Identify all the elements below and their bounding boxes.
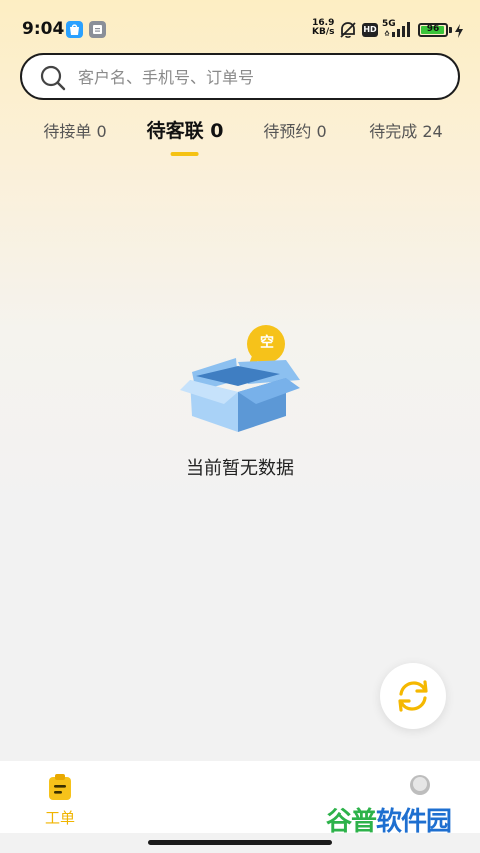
- refresh-button[interactable]: [380, 663, 446, 729]
- signal-icon: [384, 20, 414, 42]
- document-app-icon: [89, 21, 106, 38]
- status-time: 9:04: [22, 19, 65, 39]
- battery-indicator: 96: [418, 23, 448, 37]
- active-tab-indicator: [171, 152, 199, 156]
- empty-state: 空 当前暂无数据: [0, 320, 480, 490]
- watermark-text: 谷普软件园: [326, 800, 472, 844]
- nav-item-work-orders[interactable]: 工单: [20, 773, 100, 828]
- watermark-part-2: 软件园: [376, 807, 452, 837]
- tab-label: 待客联 0: [146, 120, 224, 142]
- watermark: 谷普软件园: [326, 800, 472, 844]
- tab-pending-complete[interactable]: 待完成 24: [369, 118, 442, 158]
- battery-level: 96: [426, 24, 440, 34]
- status-bar: 9:04 16.9 KB/s HD 5G 96: [0, 0, 480, 52]
- empty-message: 当前暂无数据: [186, 458, 294, 479]
- battery-cap: [449, 27, 452, 33]
- home-indicator[interactable]: [148, 840, 332, 845]
- charging-icon: [455, 23, 463, 42]
- search-icon: [40, 65, 66, 95]
- hd-badge: HD: [362, 23, 378, 37]
- empty-badge: 空: [260, 335, 274, 351]
- refresh-icon: [398, 680, 428, 712]
- tab-pending-contact[interactable]: 待客联 0: [146, 116, 224, 156]
- shopping-bag-icon: [66, 21, 83, 38]
- order-status-tabs: 待接单 0 待客联 0 待预约 0 待完成 24: [0, 118, 480, 168]
- tab-label: 待接单 0: [43, 122, 107, 141]
- search-input[interactable]: [78, 63, 438, 91]
- mute-icon: [338, 20, 358, 44]
- tab-label: 待完成 24: [369, 122, 443, 141]
- tab-label: 待预约 0: [263, 122, 327, 141]
- watermark-part-1: 谷普: [326, 807, 377, 837]
- search-box[interactable]: [20, 53, 460, 100]
- profile-icon: [410, 775, 430, 795]
- tab-pending-accept[interactable]: 待接单 0: [43, 118, 106, 158]
- clipboard-icon: [49, 774, 71, 800]
- empty-box-illustration: 空: [176, 320, 306, 439]
- tab-pending-appointment[interactable]: 待预约 0: [263, 118, 326, 158]
- network-speed-unit: KB/s: [312, 27, 335, 37]
- nav-label: 工单: [44, 809, 75, 827]
- network-speed: 16.9 KB/s: [312, 19, 334, 37]
